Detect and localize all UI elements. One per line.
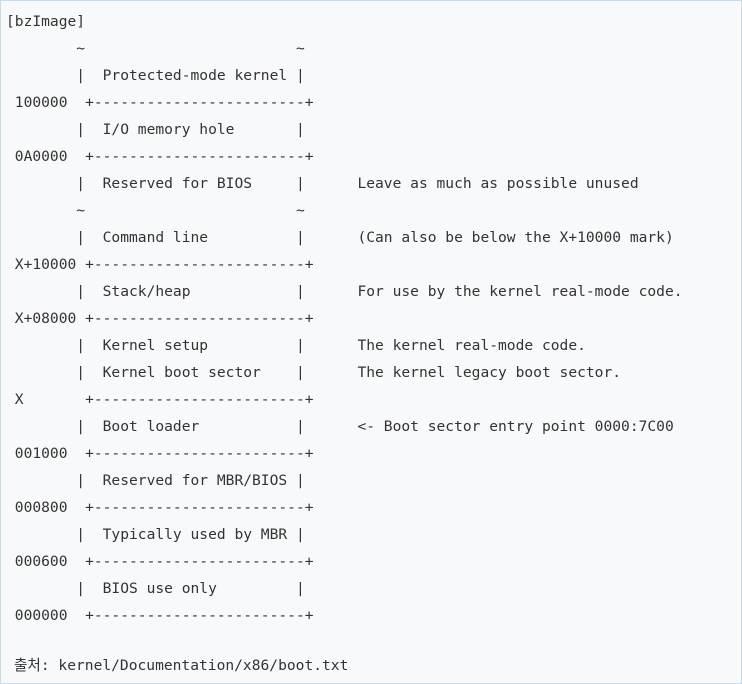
code-line: | Typically used by MBR |: [6, 526, 305, 543]
code-line: | Protected-mode kernel |: [6, 67, 305, 84]
code-block: [bzImage] ~ ~ | Protected-mode kernel | …: [0, 0, 742, 684]
code-line: | Boot loader | <- Boot sector entry poi…: [6, 418, 674, 435]
code-line: 0A0000 +------------------------+: [6, 148, 314, 165]
code-line: ~ ~: [6, 40, 305, 57]
code-line: 001000 +------------------------+: [6, 445, 314, 462]
code-line: | BIOS use only |: [6, 580, 305, 597]
code-line: | Stack/heap | For use by the kernel rea…: [6, 283, 683, 300]
code-line: X +------------------------+: [6, 391, 314, 408]
code-line: | Kernel boot sector | The kernel legacy…: [6, 364, 622, 381]
code-line: | Reserved for BIOS | Leave as much as p…: [6, 175, 639, 192]
code-line: 000800 +------------------------+: [6, 499, 314, 516]
code-line: | Kernel setup | The kernel real-mode co…: [6, 337, 586, 354]
code-line: 000000 +------------------------+: [6, 607, 314, 624]
code-line: X+10000 +------------------------+: [6, 256, 314, 273]
source-caption: 출처: kernel/Documentation/x86/boot.txt: [14, 657, 349, 674]
code-line: ~ ~: [6, 202, 305, 219]
code-line: | Reserved for MBR/BIOS |: [6, 472, 305, 489]
memory-map-diagram: [bzImage] ~ ~ | Protected-mode kernel | …: [6, 8, 683, 629]
code-line: 100000 +------------------------+: [6, 94, 314, 111]
code-line: X+08000 +------------------------+: [6, 310, 314, 327]
code-line: | I/O memory hole |: [6, 121, 305, 138]
code-line: [bzImage]: [6, 13, 86, 30]
code-line: | Command line | (Can also be below the …: [6, 229, 674, 246]
code-line: 000600 +------------------------+: [6, 553, 314, 570]
